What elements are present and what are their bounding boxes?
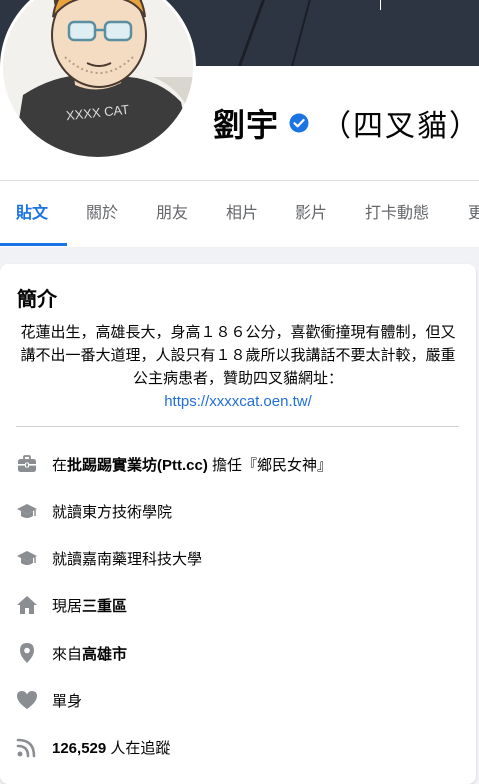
heart-icon	[17, 691, 37, 709]
work-role: 擔任『鄉民女神』	[207, 456, 333, 474]
follower-label: 人在追蹤	[106, 739, 171, 757]
graduation-cap-icon	[17, 504, 37, 518]
intro-item-relationship-text: 單身	[52, 692, 83, 710]
education-1-prefix: 就讀	[52, 503, 83, 521]
intro-item-hometown-text: 來自高雄市	[52, 643, 127, 664]
rss-icon	[16, 738, 36, 758]
profile-tabs: 貼文 關於 朋友 相片 影片 打卡動態 更	[0, 180, 479, 247]
education-2-school[interactable]: 嘉南藥理科技大學	[82, 551, 202, 568]
home-icon	[17, 596, 37, 614]
intro-title: 簡介	[17, 289, 57, 311]
profile-name: 劉宇	[213, 107, 280, 143]
intro-bio: 花蓮出生，高雄長大，身高１８６公分，喜歡衝撞現有體制，但又講不出一番大道理，人設…	[14, 321, 462, 413]
intro-bio-link[interactable]: https://xxxxcat.oen.tw/	[14, 390, 462, 413]
profile-header: XXXX CAT 劉宇 （四叉貓）	[0, 0, 479, 180]
intro-item-education-1: 就讀東方技術學院	[16, 496, 172, 526]
tab-photos[interactable]: 相片	[226, 181, 258, 247]
tab-posts[interactable]: 貼文	[16, 181, 48, 247]
intro-divider	[16, 426, 459, 427]
intro-item-followers: 126,529 人在追蹤	[16, 732, 170, 762]
tab-checkins[interactable]: 打卡動態	[365, 181, 429, 247]
intro-item-current-city: 現居三重區	[16, 590, 127, 620]
intro-item-followers-text[interactable]: 126,529 人在追蹤	[52, 737, 170, 758]
tab-more[interactable]: 更	[468, 181, 479, 247]
graduation-cap-icon	[17, 551, 37, 565]
active-tab-indicator	[0, 243, 67, 246]
education-1-school[interactable]: 東方技術學院	[82, 504, 172, 521]
profile-name-row: 劉宇 （四叉貓）	[213, 101, 479, 145]
profile-alias: （四叉貓）	[321, 110, 479, 143]
intro-item-hometown: 來自高雄市	[16, 638, 127, 668]
intro-item-relationship: 單身	[16, 685, 82, 715]
current-city-prefix: 現居	[52, 597, 83, 615]
hometown-prefix: 來自	[52, 645, 83, 663]
intro-item-education-1-text: 就讀東方技術學院	[52, 501, 172, 522]
tab-about[interactable]: 關於	[86, 181, 118, 247]
briefcase-icon	[18, 455, 36, 472]
tab-friends[interactable]: 朋友	[156, 181, 188, 247]
intro-item-education-2-text: 就讀嘉南藥理科技大學	[52, 548, 202, 569]
work-organization[interactable]: 批踢踢實業坊(Ptt.cc)	[67, 457, 208, 474]
intro-item-education-2: 就讀嘉南藥理科技大學	[16, 543, 202, 573]
intro-item-current-city-text: 現居三重區	[52, 595, 127, 616]
education-2-prefix: 就讀	[52, 550, 83, 568]
work-prefix: 在	[52, 456, 68, 474]
follower-count: 126,529	[52, 739, 107, 757]
location-pin-icon	[20, 643, 34, 663]
intro-item-work: 在批踢踢實業坊(Ptt.cc) 擔任『鄉民女神』	[16, 449, 332, 479]
intro-bio-text: 花蓮出生，高雄長大，身高１８６公分，喜歡衝撞現有體制，但又講不出一番大道理，人設…	[20, 324, 456, 387]
hometown-name[interactable]: 高雄市	[82, 646, 127, 663]
intro-item-work-text: 在批踢踢實業坊(Ptt.cc) 擔任『鄉民女神』	[52, 454, 332, 475]
tab-videos[interactable]: 影片	[295, 181, 327, 247]
verified-badge-icon[interactable]	[289, 113, 309, 133]
current-city-name[interactable]: 三重區	[82, 598, 127, 615]
